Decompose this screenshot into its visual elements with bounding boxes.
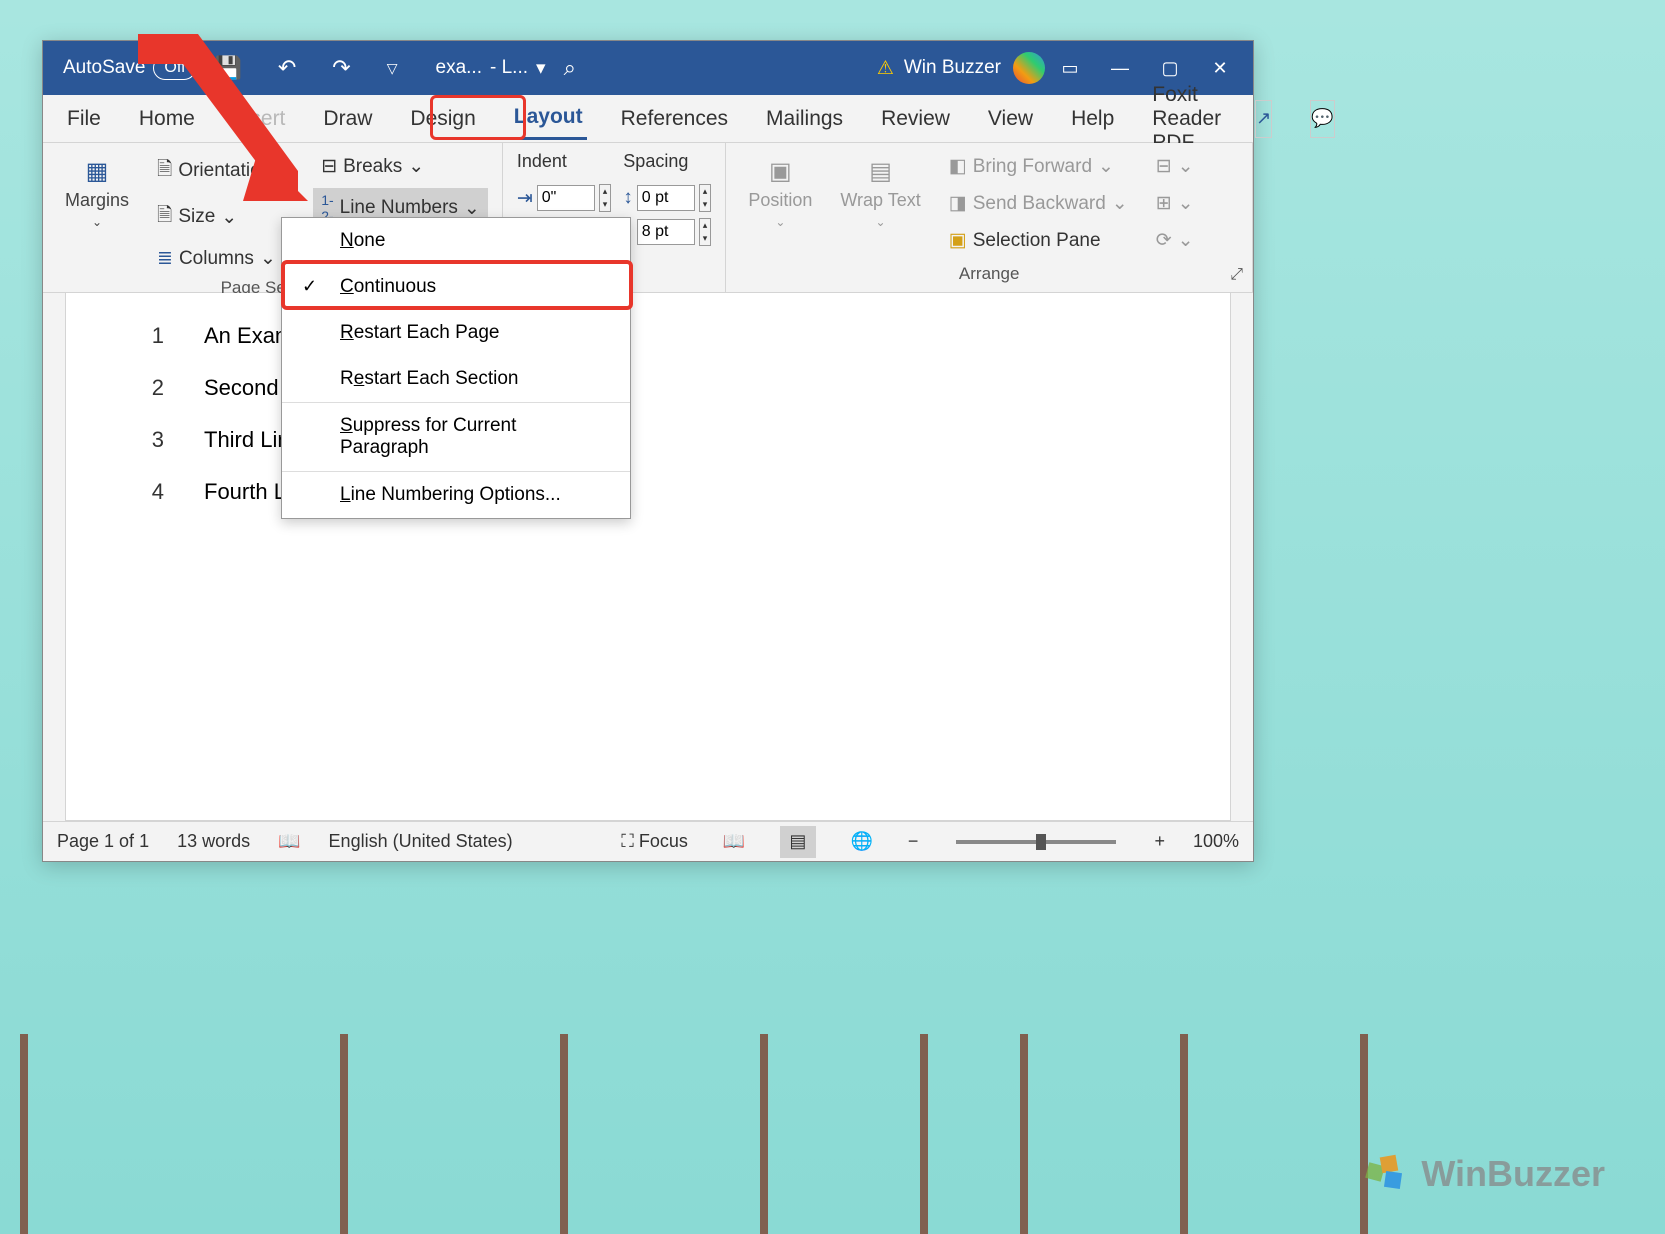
tab-help[interactable]: Help	[1067, 99, 1118, 139]
chevron-down-icon: ⌄	[277, 160, 293, 183]
tab-insert[interactable]: Insert	[229, 99, 290, 139]
zoom-out-button[interactable]: −	[908, 831, 919, 852]
status-bar: Page 1 of 1 13 words 📖 English (United S…	[43, 821, 1253, 861]
zoom-level[interactable]: 100%	[1193, 831, 1239, 852]
autosave-label: AutoSave	[63, 57, 145, 79]
send-backward-icon: ◨	[949, 192, 967, 215]
winbuzzer-logo-icon	[1363, 1150, 1411, 1198]
indent-label: Indent	[517, 151, 611, 172]
spacing-after-spinner[interactable]: ↕▴▾	[623, 218, 711, 246]
tab-draw[interactable]: Draw	[319, 99, 376, 139]
read-mode-button[interactable]: 📖	[716, 826, 752, 858]
comments-button[interactable]: 💬	[1310, 100, 1334, 138]
chevron-down-icon: ⌄	[92, 215, 102, 229]
language-indicator[interactable]: English (United States)	[329, 831, 513, 852]
columns-icon: ≣	[157, 247, 173, 270]
wrap-text-icon: ▤	[869, 157, 892, 186]
page-indicator[interactable]: Page 1 of 1	[57, 831, 149, 852]
chevron-down-icon: ▾	[536, 57, 546, 80]
bring-forward-button: ◧Bring Forward⌄	[941, 151, 1136, 182]
pin-ribbon-icon[interactable]: ⤢	[1230, 266, 1243, 284]
focus-mode-button[interactable]: ⛶ Focus	[621, 831, 688, 852]
winbuzzer-watermark: WinBuzzer	[1363, 1150, 1605, 1198]
indent-left-icon: ⇥	[517, 187, 533, 210]
user-avatar[interactable]	[1013, 52, 1045, 84]
autosave-toggle[interactable]: Off	[153, 56, 196, 80]
share-button[interactable]: ↗	[1255, 100, 1272, 138]
ribbon: ▦ Margins ⌄ 🗎Orientation⌄ 🗎Size⌄ ≣Column…	[43, 143, 1253, 293]
check-icon: ✓	[302, 276, 317, 297]
margins-button[interactable]: ▦ Margins ⌄	[57, 151, 137, 274]
print-layout-button[interactable]: ▤	[780, 826, 816, 858]
selection-pane-icon: ▣	[949, 229, 967, 252]
undo-icon[interactable]: ↶	[278, 55, 296, 81]
chevron-down-icon: ⌄	[221, 206, 237, 229]
orientation-button[interactable]: 🗎Orientation⌄	[149, 151, 301, 191]
breaks-button[interactable]: ⊟Breaks⌄	[313, 151, 488, 182]
word-window: AutoSave Off 💾 ↶ ↷ ▽ exa... - L... ▾ ⌕ ⚠…	[42, 40, 1254, 862]
size-button[interactable]: 🗎Size⌄	[149, 197, 301, 237]
dropdown-suppress[interactable]: Suppress for Current Paragraph	[282, 403, 630, 472]
username[interactable]: Win Buzzer	[904, 57, 1001, 79]
position-icon: ▣	[769, 157, 792, 186]
spacing-label: Spacing	[623, 151, 711, 172]
search-icon[interactable]: ⌕	[564, 55, 576, 81]
tab-references[interactable]: References	[617, 99, 732, 139]
warning-icon: ⚠	[877, 57, 894, 80]
dropdown-none[interactable]: None	[282, 218, 630, 264]
customize-qat-icon[interactable]: ▽	[387, 60, 398, 77]
web-layout-button[interactable]: 🌐	[844, 826, 880, 858]
word-count[interactable]: 13 words	[177, 831, 250, 852]
align-button: ⊟⌄	[1148, 151, 1202, 182]
document-page: 1An Example Document 2Second Line 3Third…	[66, 293, 1230, 561]
tab-home[interactable]: Home	[135, 99, 199, 139]
rotate-icon: ⟳	[1156, 229, 1172, 252]
tab-file[interactable]: File	[63, 99, 105, 139]
align-icon: ⊟	[1156, 155, 1172, 178]
breaks-icon: ⊟	[321, 155, 337, 178]
tab-review[interactable]: Review	[877, 99, 954, 139]
minimize-button[interactable]: —	[1095, 48, 1145, 88]
proofing-icon[interactable]: 📖	[278, 831, 300, 852]
bring-forward-icon: ◧	[949, 155, 967, 178]
orientation-icon: 🗎	[157, 155, 172, 187]
tab-design[interactable]: Design	[406, 99, 479, 139]
document-title[interactable]: exa... - L... ▾	[436, 57, 546, 80]
dropdown-options[interactable]: Line Numbering Options...	[282, 472, 630, 518]
send-backward-button: ◨Send Backward⌄	[941, 188, 1136, 219]
chevron-down-icon: ⌄	[260, 247, 276, 270]
selection-pane-button[interactable]: ▣Selection Pane	[941, 225, 1136, 256]
size-icon: 🗎	[157, 201, 172, 233]
tab-view[interactable]: View	[984, 99, 1037, 139]
group-icon: ⊞	[1156, 192, 1172, 215]
chevron-down-icon: ⌄	[408, 155, 424, 178]
spacing-before-spinner[interactable]: ↕▴▾	[623, 184, 711, 212]
line-numbers-dropdown: None ✓Continuous Restart Each Page Resta…	[281, 217, 631, 519]
columns-button[interactable]: ≣Columns⌄	[149, 243, 301, 274]
document-area[interactable]: 1An Example Document 2Second Line 3Third…	[65, 293, 1231, 821]
position-button: ▣Position⌄	[740, 151, 820, 260]
redo-icon[interactable]: ↷	[332, 55, 350, 81]
tab-layout[interactable]: Layout	[510, 97, 587, 140]
dropdown-continuous[interactable]: ✓Continuous	[282, 264, 630, 310]
arrange-label: Arrange	[740, 260, 1238, 288]
indent-left-spinner[interactable]: ⇥▴▾	[517, 184, 611, 212]
title-bar: AutoSave Off 💾 ↶ ↷ ▽ exa... - L... ▾ ⌕ ⚠…	[43, 41, 1253, 95]
group-button: ⊞⌄	[1148, 188, 1202, 219]
zoom-in-button[interactable]: +	[1154, 831, 1165, 852]
dropdown-restart-page[interactable]: Restart Each Page	[282, 310, 630, 356]
zoom-slider[interactable]	[956, 840, 1116, 844]
save-icon[interactable]: 💾	[214, 55, 241, 81]
tab-mailings[interactable]: Mailings	[762, 99, 847, 139]
margins-icon: ▦	[86, 157, 109, 186]
ribbon-display-icon[interactable]: ▭	[1045, 48, 1095, 88]
spacing-before-icon: ↕	[623, 187, 633, 209]
ribbon-tabs: File Home Insert Draw Design Layout Refe…	[43, 95, 1253, 143]
dropdown-restart-section[interactable]: Restart Each Section	[282, 356, 630, 403]
group-arrange: ▣Position⌄ ▤Wrap Text⌄ ◧Bring Forward⌄ ◨…	[726, 143, 1253, 292]
rotate-button: ⟳⌄	[1148, 225, 1202, 256]
wrap-text-button: ▤Wrap Text⌄	[832, 151, 928, 260]
